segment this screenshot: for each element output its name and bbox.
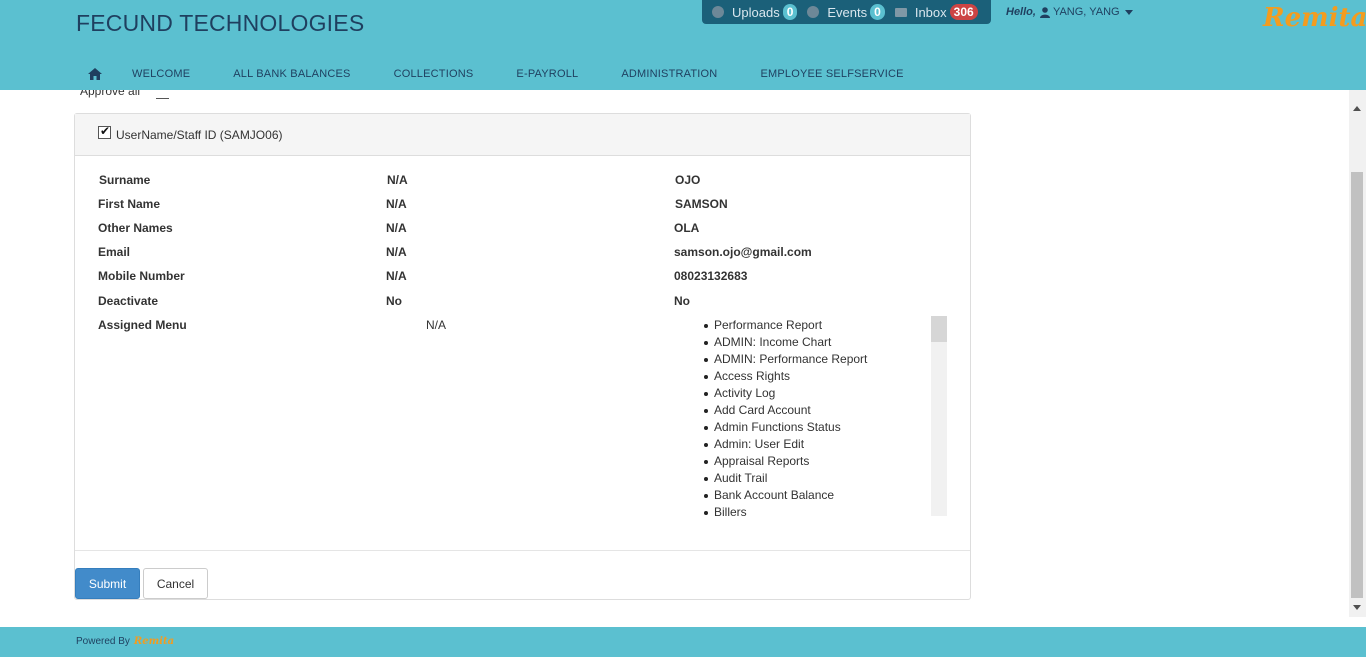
panel-divider (75, 550, 970, 551)
user-icon (1039, 6, 1050, 18)
new-value: No (674, 294, 690, 308)
old-value: N/A (386, 197, 407, 211)
user-name: YANG, YANG (1052, 6, 1120, 18)
approve-all-label: Approve all (80, 90, 141, 98)
cancel-button[interactable]: Cancel (143, 568, 208, 599)
field-label: Mobile Number (98, 269, 185, 283)
nav-e-payroll[interactable]: E-PAYROLL (516, 68, 578, 80)
upload-icon (712, 6, 724, 18)
assigned-menu-old-value: N/A (426, 318, 447, 332)
nav-all-bank-balances[interactable]: ALL BANK BALANCES (233, 68, 350, 80)
brand-title: FECUND TECHNOLOGIES (76, 10, 365, 36)
scroll-down-icon[interactable] (1353, 605, 1361, 610)
list-item: Audit Trail (704, 470, 867, 487)
remita-logo: Remita (1263, 3, 1366, 33)
field-label: Deactivate (98, 294, 159, 308)
list-item: Admin Functions Status (704, 419, 867, 436)
nav-employee-selfservice[interactable]: EMPLOYEE SELFSERVICE (760, 68, 903, 80)
menu-list-scrollbar[interactable] (931, 316, 947, 516)
events-count-badge: 0 (870, 4, 885, 20)
events-label: Events (827, 4, 868, 20)
inbox-link[interactable]: Inbox 306 (894, 4, 978, 20)
panel-heading-label: UserName/Staff ID (SAMJO06) (116, 127, 283, 142)
new-value: SAMSON (675, 197, 728, 211)
old-value: N/A (387, 173, 408, 187)
list-item: Add Card Account (704, 402, 867, 419)
field-label: Other Names (98, 221, 173, 235)
submit-button[interactable]: Submit (75, 568, 140, 599)
list-item: ADMIN: Income Chart (704, 334, 867, 351)
notification-bar: Uploads 0 Events 0 Inbox 306 (702, 0, 991, 24)
list-item: Billers (704, 504, 867, 516)
top-header: FECUND TECHNOLOGIES Uploads 0 Events 0 I… (0, 0, 1366, 90)
footer: Powered By Remita (0, 627, 1366, 657)
list-item: Bank Account Balance (704, 487, 867, 504)
powered-by-label: Powered By (76, 636, 130, 647)
new-value: 08023132683 (674, 269, 748, 283)
old-value: N/A (386, 269, 407, 283)
inbox-label: Inbox (914, 4, 947, 20)
panel-heading: UserName/Staff ID (SAMJO06) (75, 114, 970, 156)
field-label: Assigned Menu (98, 318, 187, 332)
approve-all-checkbox[interactable] (156, 98, 169, 99)
select-user-checkbox[interactable] (98, 124, 111, 139)
new-value: samson.ojo@gmail.com (674, 245, 812, 259)
page-scrollbar[interactable] (1349, 90, 1366, 617)
main-nav: WELCOME ALL BANK BALANCES COLLECTIONS E-… (88, 68, 947, 80)
menu-list-scroll-thumb[interactable] (931, 316, 947, 342)
list-item: Admin: User Edit (704, 436, 867, 453)
assigned-menu-list: Performance Report ADMIN: Income Chart A… (704, 317, 867, 516)
list-item: Access Rights (704, 368, 867, 385)
user-menu[interactable]: Hello, YANG, YANG (1006, 6, 1133, 18)
nav-collections[interactable]: COLLECTIONS (394, 68, 474, 80)
uploads-label: Uploads (732, 4, 780, 20)
nav-welcome[interactable]: WELCOME (132, 68, 190, 80)
footer-remita-logo: Remita (133, 636, 175, 647)
old-value: N/A (386, 245, 407, 259)
assigned-menu-list-scroller[interactable]: Performance Report ADMIN: Income Chart A… (700, 316, 947, 516)
old-value: N/A (386, 221, 407, 235)
list-item: ADMIN: Performance Report (704, 351, 867, 368)
field-label: Surname (99, 173, 151, 187)
powered-by: Powered By Remita (76, 636, 174, 647)
page-scroll-thumb[interactable] (1351, 172, 1363, 598)
field-label: First Name (98, 197, 161, 211)
field-label: Email (98, 245, 131, 259)
nav-administration[interactable]: ADMINISTRATION (621, 68, 717, 80)
list-item: Performance Report (704, 317, 867, 334)
events-link[interactable]: Events 0 (807, 4, 885, 20)
list-item: Appraisal Reports (704, 453, 867, 470)
home-icon[interactable] (88, 68, 102, 80)
new-value: OJO (675, 173, 701, 187)
new-value: OLA (674, 221, 700, 235)
clock-icon (807, 6, 820, 18)
uploads-count-badge: 0 (782, 4, 798, 20)
list-item: Activity Log (704, 385, 867, 402)
envelope-icon (894, 7, 907, 17)
inbox-count-badge: 306 (949, 4, 978, 20)
scroll-up-icon[interactable] (1353, 106, 1361, 111)
old-value: No (386, 294, 402, 308)
chevron-down-icon (1124, 9, 1133, 15)
hello-label: Hello, (1006, 6, 1036, 18)
uploads-link[interactable]: Uploads 0 (712, 4, 798, 20)
